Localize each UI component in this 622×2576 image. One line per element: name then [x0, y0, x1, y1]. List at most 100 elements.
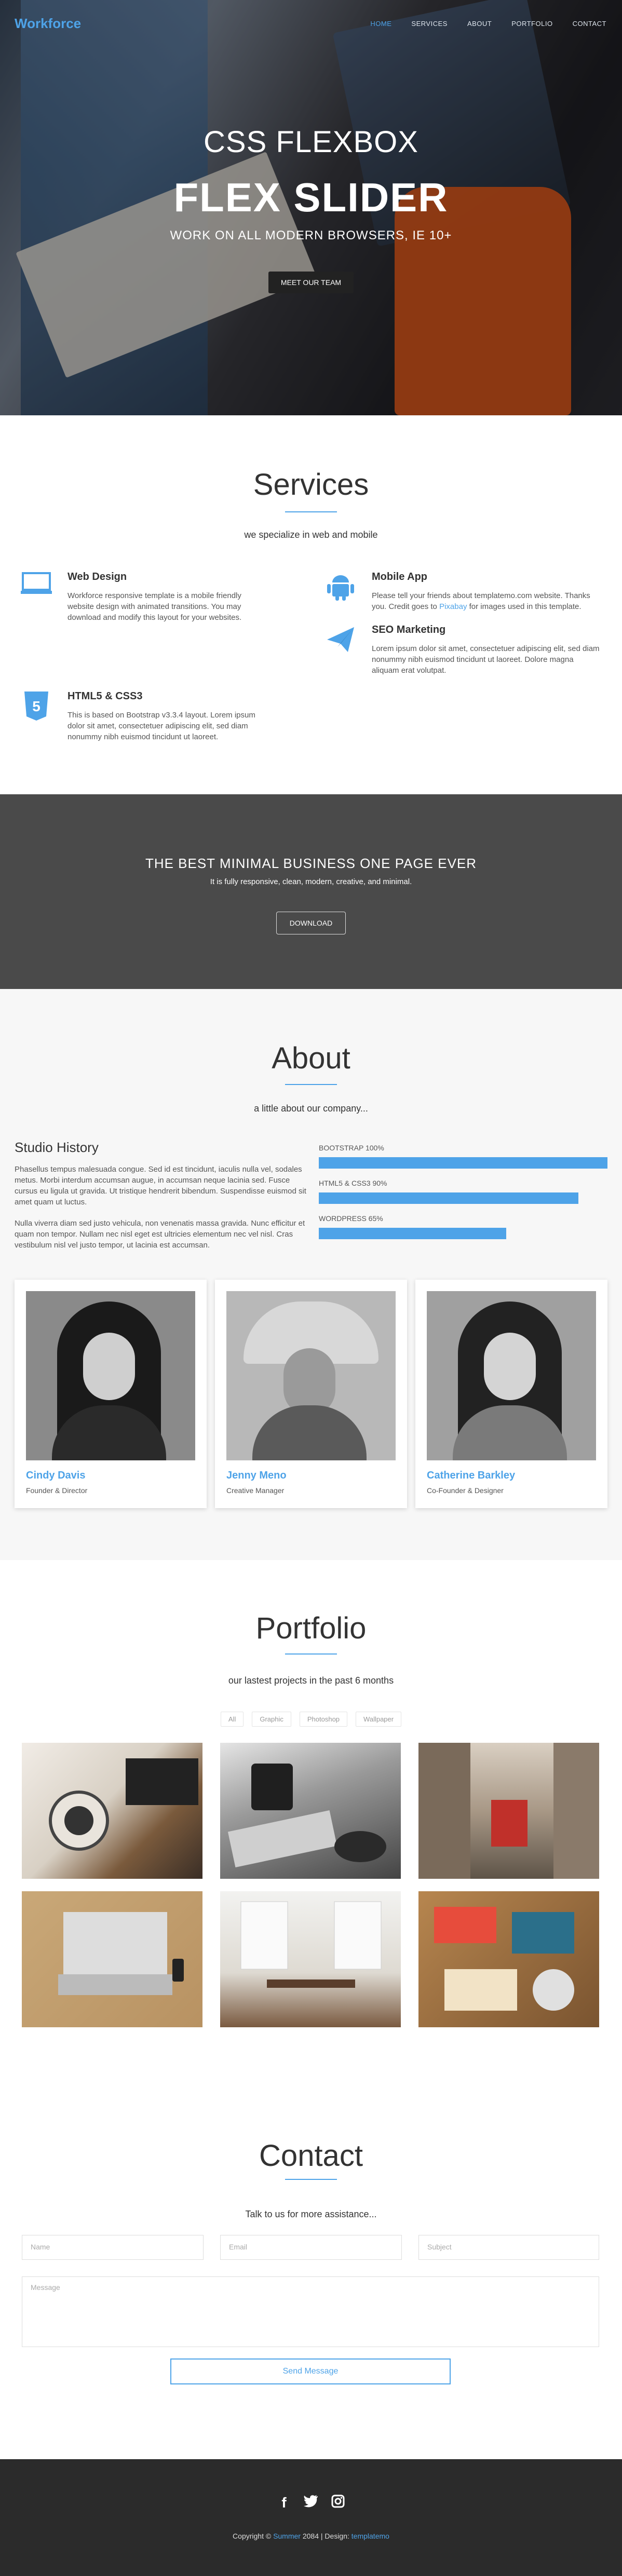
contact-subtitle: Talk to us for more assistance... — [245, 2209, 377, 2219]
contact-title: Contact — [259, 2139, 363, 2173]
studio-history-title: Studio History — [15, 1140, 99, 1155]
services-title: Services — [253, 468, 369, 501]
nav-item-home[interactable]: HOME — [370, 20, 391, 28]
service-text: Lorem ipsum dolor sit amet, consectetuer… — [372, 644, 600, 675]
copyright-text: Copyright © Summer 2084 | Design: templa… — [0, 2532, 622, 2540]
portfolio-item-dining-room[interactable] — [220, 1891, 401, 2027]
hero-line-3: WORK ON ALL MODERN BROWSERS, IE 10+ — [170, 228, 452, 242]
service-text: This is based on Bootstrap v3.3.4 layout… — [67, 711, 255, 741]
studio-history: Studio History Phasellus tempus malesuad… — [15, 1140, 310, 1251]
pixabay-link[interactable]: Pixabay — [439, 602, 467, 611]
name-field[interactable]: Name — [22, 2235, 204, 2260]
svg-text:5: 5 — [32, 698, 40, 714]
designer-link[interactable]: templatemo — [351, 2532, 389, 2540]
copyright-prefix: Copyright © — [233, 2532, 274, 2540]
filter-wallpaper[interactable]: Wallpaper — [356, 1712, 402, 1727]
promo-banner: THE BEST MINIMAL BUSINESS ONE PAGE EVER … — [0, 794, 622, 989]
paper-plane-icon — [325, 624, 356, 655]
portfolio-subtitle: our lastest projects in the past 6 month… — [228, 1675, 394, 1686]
services-divider — [285, 511, 337, 512]
portfolio-filters: All Graphic Photoshop Wallpaper — [0, 1712, 622, 1727]
skill-label: HTML5 & CSS3 90% — [319, 1179, 387, 1187]
skill-bar — [319, 1228, 507, 1239]
skill-bar — [319, 1157, 607, 1169]
portfolio-item-design-tools[interactable] — [418, 1891, 599, 2027]
twitter-icon[interactable] — [303, 2494, 319, 2512]
hero-line-1: CSS FLEXBOX — [204, 125, 418, 159]
photo-shape — [83, 1333, 135, 1400]
team-member-role: Creative Manager — [226, 1486, 285, 1495]
banner-text: It is fully responsive, clean, modern, c… — [210, 877, 412, 886]
skill-label: WORDPRESS 65% — [319, 1214, 383, 1223]
about-subtitle: a little about our company... — [254, 1103, 368, 1114]
hero-slider: CSS FLEXBOX FLEX SLIDER WORK ON ALL MODE… — [0, 0, 622, 415]
monitor-icon — [21, 571, 52, 602]
team-member-name[interactable]: Jenny Meno — [226, 1470, 287, 1482]
download-button[interactable]: DOWNLOAD — [276, 912, 346, 934]
meet-our-team-button[interactable]: MEET OUR TEAM — [268, 272, 354, 293]
about-divider — [285, 1084, 337, 1085]
message-field[interactable]: Message — [22, 2276, 599, 2347]
contact-divider — [285, 2179, 337, 2180]
skill-item: WORDPRESS 65% — [319, 1214, 607, 1239]
portfolio-item-street-tram[interactable] — [418, 1743, 599, 1879]
service-title: Web Design — [67, 571, 127, 582]
html5-icon: 5 — [21, 690, 52, 722]
service-title: Mobile App — [372, 571, 428, 582]
photo-shape — [252, 1405, 367, 1460]
nav-item-contact[interactable]: CONTACT — [573, 20, 606, 28]
filter-graphic[interactable]: Graphic — [252, 1712, 291, 1727]
email-field[interactable]: Email — [220, 2235, 402, 2260]
team-member-role: Co-Founder & Designer — [427, 1486, 504, 1495]
android-icon — [325, 571, 356, 602]
team-member-name[interactable]: Cindy Davis — [26, 1470, 85, 1482]
services-subtitle: we specialize in web and mobile — [244, 530, 378, 540]
team-member-role: Founder & Director — [26, 1486, 88, 1495]
about-section: About a little about our company... Stud… — [0, 989, 622, 1560]
service-text: Workforce responsive template is a mobil… — [67, 591, 242, 622]
service-web-design: Web Design Workforce responsive template… — [21, 571, 260, 623]
nav-item-services[interactable]: SERVICES — [411, 20, 448, 28]
hero-line-2: FLEX SLIDER — [173, 174, 449, 220]
team-photo — [26, 1291, 195, 1460]
site-footer: f Copyright © Summer 2084 | Design: temp… — [0, 2459, 622, 2576]
nav-item-about[interactable]: ABOUT — [467, 20, 492, 28]
instagram-icon[interactable] — [330, 2494, 346, 2512]
photo-shape — [484, 1333, 536, 1400]
services-section: Services we specialize in web and mobile… — [0, 415, 622, 794]
portfolio-title: Portfolio — [255, 1611, 367, 1645]
service-seo-marketing: SEO Marketing Lorem ipsum dolor sit amet… — [325, 624, 600, 676]
about-title: About — [272, 1041, 350, 1075]
portfolio-item-desk-speaker[interactable] — [22, 1743, 202, 1879]
team-card: Catherine Barkley Co-Founder & Designer — [415, 1280, 607, 1508]
banner-title: THE BEST MINIMAL BUSINESS ONE PAGE EVER — [145, 856, 477, 871]
service-title: HTML5 & CSS3 — [67, 690, 143, 702]
main-menu: HOME SERVICES ABOUT PORTFOLIO CONTACT — [370, 20, 606, 28]
service-html5-css3: 5 HTML5 & CSS3 This is based on Bootstra… — [21, 690, 260, 742]
portfolio-divider — [285, 1653, 337, 1655]
nav-item-portfolio[interactable]: PORTFOLIO — [511, 20, 552, 28]
portfolio-item-laptop-table[interactable] — [22, 1891, 202, 2027]
social-links: f — [0, 2494, 622, 2512]
service-text-part: for images used in this template. — [467, 602, 582, 611]
team-card: Jenny Meno Creative Manager — [215, 1280, 407, 1508]
team-card: Cindy Davis Founder & Director — [15, 1280, 207, 1508]
service-title: SEO Marketing — [372, 624, 446, 635]
portfolio-item-keyboard-mug[interactable] — [220, 1743, 401, 1879]
skill-item: HTML5 & CSS3 90% — [319, 1179, 607, 1204]
facebook-icon[interactable]: f — [276, 2494, 292, 2512]
skills-list: BOOTSTRAP 100% HTML5 & CSS3 90% WORDPRES… — [319, 1144, 607, 1250]
studio-history-paragraph: Phasellus tempus malesuada congue. Sed i… — [15, 1165, 306, 1206]
send-message-button[interactable]: Send Message — [170, 2358, 451, 2384]
copyright-mid: 2084 | Design: — [300, 2532, 351, 2540]
team-member-name[interactable]: Catherine Barkley — [427, 1470, 515, 1482]
contact-section: Contact Talk to us for more assistance..… — [0, 2090, 622, 2459]
top-navbar: Workforce HOME SERVICES ABOUT PORTFOLIO … — [0, 0, 622, 47]
filter-photoshop[interactable]: Photoshop — [299, 1712, 348, 1727]
brand-logo[interactable]: Workforce — [15, 16, 81, 32]
portfolio-section: Portfolio our lastest projects in the pa… — [0, 1560, 622, 2090]
company-link[interactable]: Summer — [273, 2532, 301, 2540]
filter-all[interactable]: All — [220, 1712, 244, 1727]
subject-field[interactable]: Subject — [418, 2235, 599, 2260]
team-photo — [427, 1291, 596, 1460]
